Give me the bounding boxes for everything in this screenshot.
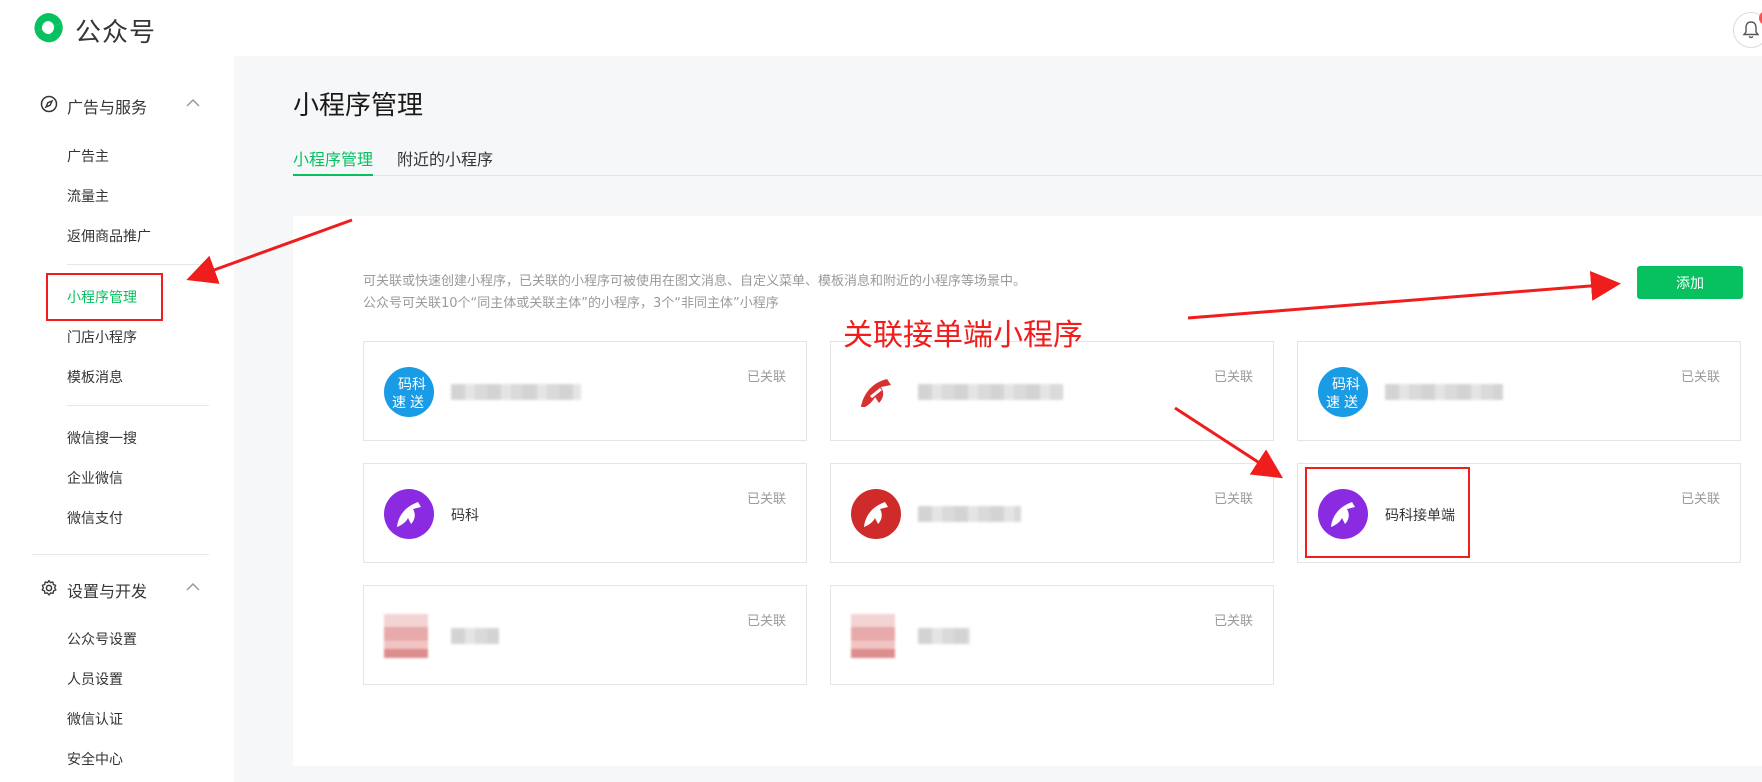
arrow-to-sidebar-item bbox=[186, 218, 353, 284]
annotation-arrows bbox=[186, 218, 1621, 479]
arrow-to-highlighted-card bbox=[1174, 406, 1284, 479]
arrow-to-add-button bbox=[1187, 270, 1621, 320]
